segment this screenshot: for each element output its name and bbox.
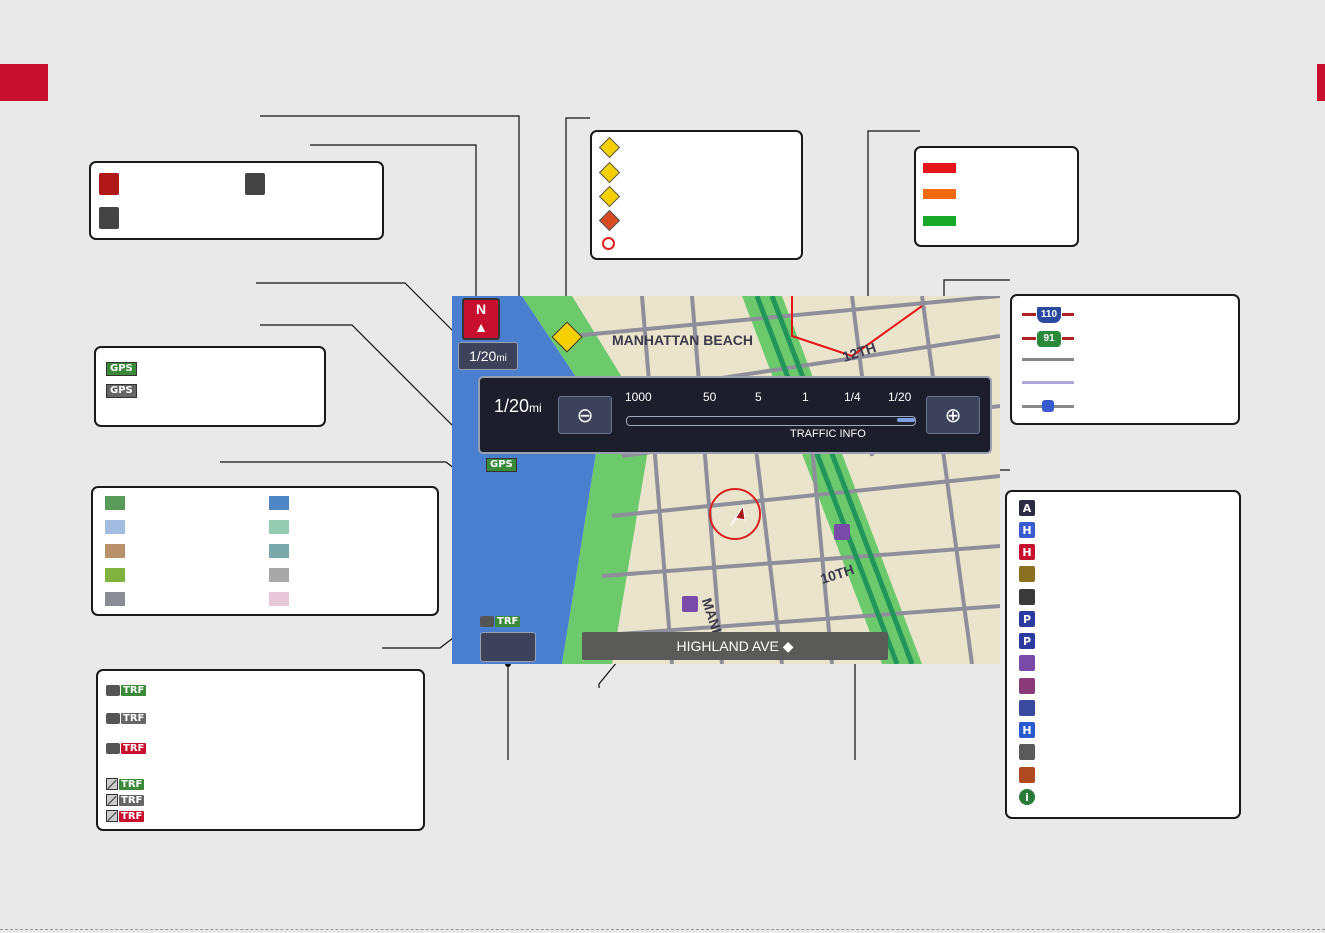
- color-swatch: [105, 592, 125, 606]
- scale-label: 1/20: [888, 390, 912, 404]
- one-way-icon: [1042, 400, 1054, 412]
- color-swatch: [105, 568, 125, 582]
- color-swatch: [269, 496, 289, 510]
- gps-strong-icon: GPS: [106, 358, 137, 376]
- city-label: MANHATTAN BEACH: [612, 332, 754, 348]
- fuel-icon: [1019, 700, 1035, 716]
- zoom-in-button[interactable]: ⊕: [926, 396, 980, 434]
- shopping-icon: [1019, 655, 1035, 671]
- poi-legend: A H H P P H i: [1005, 490, 1241, 819]
- zoom-slider[interactable]: [626, 416, 916, 426]
- interstate-shield-icon: 110: [1022, 306, 1074, 324]
- zoom-slider-thumb[interactable]: [897, 418, 915, 422]
- color-swatch: [105, 496, 125, 510]
- parking-lot-icon: P: [1019, 633, 1035, 649]
- hotel-icon: [1019, 678, 1035, 694]
- zoom-scale-display: 1/20mi: [494, 396, 542, 416]
- trf-gray-icon: TRF: [106, 711, 147, 729]
- page-divider: [0, 929, 1325, 930]
- scale-label: 5: [755, 390, 762, 404]
- vehicle-position-icon: [709, 488, 761, 540]
- north-up-icon: [99, 173, 119, 195]
- road-work-icon: [598, 209, 621, 232]
- gps-indicator: GPS: [486, 454, 517, 472]
- road-type-legend: 110 91: [1010, 294, 1240, 425]
- traffic-indicator: TRF: [480, 614, 521, 632]
- traffic-free-swatch: [923, 216, 956, 226]
- parking-garage-icon: P: [1019, 611, 1035, 627]
- main-road-line: [1022, 358, 1074, 361]
- gas-station-icon: [1019, 589, 1035, 605]
- shopping-icon[interactable]: [682, 596, 698, 612]
- restaurant-icon: [1019, 767, 1035, 783]
- color-swatch: [269, 592, 289, 606]
- construction-icon: [598, 136, 621, 159]
- info-icon: i: [1019, 789, 1035, 805]
- traffic-flow-legend: [914, 146, 1079, 247]
- traffic-legend-box: TRF TRF TRF TRF TRF TRF: [96, 669, 425, 831]
- ferry-line: [1022, 381, 1074, 384]
- map-scale-button[interactable]: 1/20mi: [458, 342, 518, 370]
- scale-label: 1000: [625, 390, 652, 404]
- map-menu-button[interactable]: [480, 632, 536, 662]
- auto-service-icon: [1019, 744, 1035, 760]
- traffic-info-label: TRAFFIC INFO: [790, 428, 866, 440]
- color-swatch: [269, 568, 289, 582]
- trf-red-icon: TRF: [106, 741, 147, 759]
- navigation-map[interactable]: MANHATTAN BEACH 12TH 10TH MANHA N ▲ 1/20m…: [452, 296, 1000, 664]
- atm-icon: [1019, 566, 1035, 582]
- color-swatch: [105, 520, 125, 534]
- zoom-bar: 1/20mi ⊖ ⊕ 1000 50 5 1 1/4 1/20 TRAFFIC …: [478, 376, 992, 454]
- hospital-icon: H: [1019, 722, 1035, 738]
- trf-green-icon: TRF: [106, 683, 147, 701]
- honda-dealer-red-icon: H: [1019, 544, 1035, 560]
- scale-label: 50: [703, 390, 717, 404]
- north-up-button[interactable]: N ▲: [462, 298, 500, 340]
- traffic-moderate-swatch: [923, 189, 956, 199]
- state-shield-icon: 91: [1022, 330, 1074, 348]
- map-color-legend: [91, 486, 439, 616]
- accident-icon: [598, 185, 621, 208]
- scale-label: 1: [802, 390, 809, 404]
- color-swatch: [269, 544, 289, 558]
- heading-up-3d-icon: [99, 207, 119, 229]
- caution-icon: [598, 161, 621, 184]
- scale-label: 1/4: [844, 390, 861, 404]
- color-swatch: [269, 520, 289, 534]
- heading-legend-box: [89, 161, 384, 240]
- current-street-bar: HIGHLAND AVE ◆: [582, 632, 888, 660]
- acura-dealer-icon: A: [1019, 500, 1035, 516]
- traffic-heavy-swatch: [923, 163, 956, 173]
- honda-dealer-icon: H: [1019, 522, 1035, 538]
- gps-weak-icon: GPS: [106, 380, 137, 398]
- road-closed-icon: [602, 237, 615, 250]
- shopping-icon[interactable]: [834, 524, 850, 540]
- map-canvas: [452, 296, 1000, 664]
- color-swatch: [105, 544, 125, 558]
- zoom-out-button[interactable]: ⊖: [558, 396, 612, 434]
- incident-legend-box: [590, 130, 803, 260]
- trf-off-red-icon: TRF: [106, 809, 145, 827]
- gps-legend-box: GPS GPS: [94, 346, 326, 427]
- heading-up-icon: [245, 173, 265, 195]
